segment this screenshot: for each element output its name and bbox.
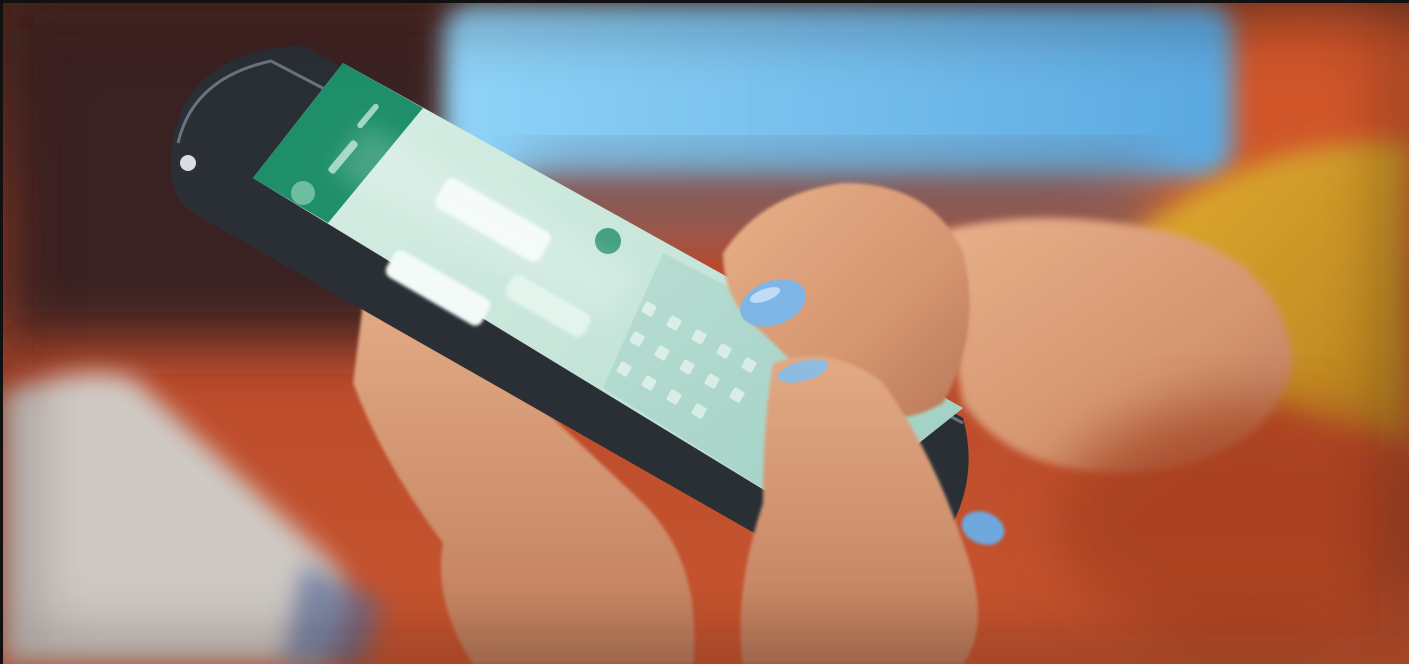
- photo-scene: [0, 0, 1409, 664]
- photo-illustration: [3, 3, 1409, 664]
